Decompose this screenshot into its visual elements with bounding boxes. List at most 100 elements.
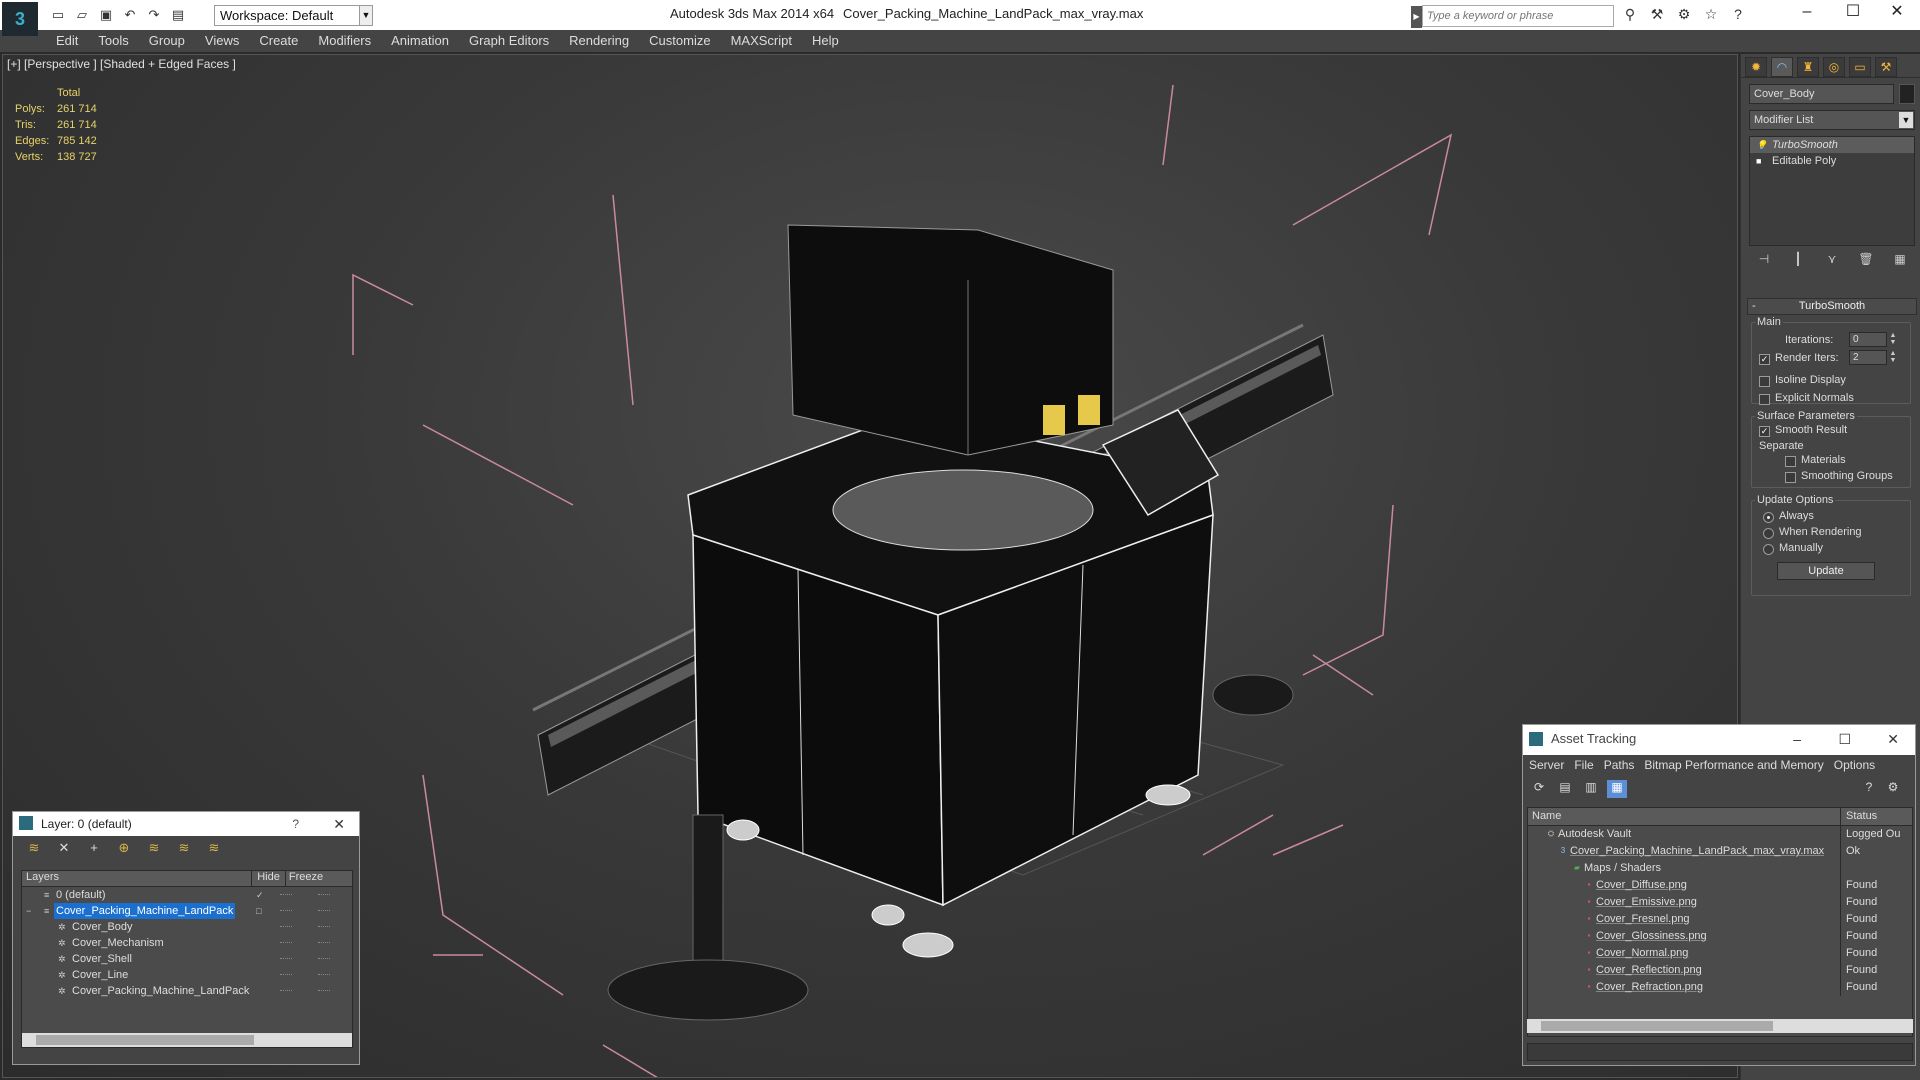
menu-customize[interactable]: Customize xyxy=(639,30,720,52)
list-view-icon[interactable]: ▤ xyxy=(1555,780,1575,798)
hierarchy-tab-icon[interactable]: ♜ xyxy=(1797,57,1819,77)
close-button[interactable]: ✕ xyxy=(1874,0,1920,26)
asset-row[interactable]: ▪ Cover_Glossiness.png Found xyxy=(1528,928,1912,945)
favorites-star-icon[interactable]: ☆ xyxy=(1701,6,1721,25)
save-icon[interactable]: ▣ xyxy=(96,5,116,25)
horizontal-scrollbar[interactable] xyxy=(22,1033,352,1047)
workspace-dropdown[interactable]: Workspace: Default ▼ xyxy=(214,5,373,26)
col-freeze[interactable]: Freeze xyxy=(286,871,326,886)
menu-group[interactable]: Group xyxy=(139,30,195,52)
close-icon[interactable]: ✕ xyxy=(1887,725,1899,753)
menu-modifiers[interactable]: Modifiers xyxy=(308,30,381,52)
help-button[interactable]: ? xyxy=(292,812,299,836)
materials-checkbox[interactable] xyxy=(1785,456,1796,467)
open-file-icon[interactable]: ▱ xyxy=(72,5,92,25)
asset-row[interactable]: ▰ Maps / Shaders xyxy=(1528,860,1912,877)
utilities-tab-icon[interactable]: ⚒ xyxy=(1875,57,1897,77)
refresh-icon[interactable]: ⟳ xyxy=(1529,780,1549,798)
chevron-down-icon[interactable]: ▼ xyxy=(1899,112,1913,128)
render-iters-checkbox[interactable]: ✓ xyxy=(1759,354,1770,365)
make-unique-icon[interactable]: ⋎ xyxy=(1821,252,1843,270)
modifier-list-dropdown[interactable]: Modifier List ▼ xyxy=(1749,110,1915,130)
col-layers[interactable]: Layers xyxy=(22,871,252,886)
display-tab-icon[interactable]: ▭ xyxy=(1849,57,1871,77)
motion-tab-icon[interactable]: ◎ xyxy=(1823,57,1845,77)
asset-row[interactable]: ▪ Cover_Diffuse.png Found xyxy=(1528,877,1912,894)
turbosmooth-rollout-header[interactable]: - TurboSmooth xyxy=(1747,298,1917,315)
layer-window-titlebar[interactable]: Layer: 0 (default) ? ✕ xyxy=(13,812,359,836)
delete-layer-icon[interactable]: ✕ xyxy=(53,840,75,858)
spinner-arrows-icon[interactable]: ▲ ▼ xyxy=(1888,350,1898,365)
asset-row[interactable]: ▪ Cover_Reflection.png Found xyxy=(1528,962,1912,979)
menu-rendering[interactable]: Rendering xyxy=(559,30,639,52)
menu-help[interactable]: Help xyxy=(802,30,849,52)
menu-server[interactable]: Server xyxy=(1527,755,1572,777)
close-icon[interactable]: ✕ xyxy=(333,812,345,836)
viewport-label[interactable]: [+] [Perspective ] [Shaded + Edged Faces… xyxy=(7,57,236,71)
isoline-display-checkbox[interactable] xyxy=(1759,376,1770,387)
create-layer-icon[interactable]: ≋ xyxy=(23,840,45,858)
menu-edit[interactable]: Edit xyxy=(46,30,88,52)
project-folder-icon[interactable]: ▤ xyxy=(168,5,188,25)
table-view-icon[interactable]: ▦ xyxy=(1607,780,1627,798)
freeze-all-layers-icon[interactable]: ≋ xyxy=(203,840,225,858)
stack-item-editable-poly[interactable]: ■ Editable Poly xyxy=(1750,153,1914,169)
object-color-swatch[interactable] xyxy=(1899,84,1915,104)
explicit-normals-checkbox[interactable] xyxy=(1759,394,1770,405)
menu-graph-editors[interactable]: Graph Editors xyxy=(459,30,559,52)
smooth-result-checkbox[interactable]: ✓ xyxy=(1759,426,1770,437)
lightbulb-icon[interactable]: 💡 xyxy=(1756,140,1767,150)
asset-row[interactable]: ▪ Cover_Fresnel.png Found xyxy=(1528,911,1912,928)
add-to-layer-icon[interactable]: + xyxy=(83,840,105,858)
maximize-icon[interactable]: ☐ xyxy=(1838,725,1851,753)
object-row[interactable]: ✲ Cover_Packing_Machine_LandPack xyxy=(22,983,352,999)
minimize-icon[interactable]: – xyxy=(1793,725,1801,753)
subscription-icon[interactable]: ⚒ xyxy=(1647,6,1667,25)
communication-icon[interactable]: ⚙ xyxy=(1674,6,1694,25)
search-expand-icon[interactable]: ▶ xyxy=(1411,6,1422,28)
asset-row[interactable]: ⛭ Autodesk Vault Logged Ou xyxy=(1528,826,1912,843)
select-objects-icon[interactable]: ⊕ xyxy=(113,840,135,858)
current-layer-box-icon[interactable]: □ xyxy=(256,906,266,916)
tree-view-icon[interactable]: ▥ xyxy=(1581,780,1601,798)
remove-modifier-icon[interactable]: 🗑 xyxy=(1855,252,1877,270)
checkmark-icon[interactable]: ✓ xyxy=(256,890,266,900)
menu-maxscript[interactable]: MAXScript xyxy=(721,30,802,52)
menu-bitmap-performance[interactable]: Bitmap Performance and Memory xyxy=(1642,755,1831,777)
configure-sets-icon[interactable]: ▦ xyxy=(1889,252,1911,270)
menu-tools[interactable]: Tools xyxy=(88,30,138,52)
context-help-icon[interactable]: ⚙ xyxy=(1883,780,1903,798)
maximize-button[interactable]: ☐ xyxy=(1830,0,1876,26)
when-rendering-radio[interactable] xyxy=(1763,528,1774,539)
col-hide[interactable]: Hide xyxy=(252,871,286,886)
smoothing-groups-checkbox[interactable] xyxy=(1785,472,1796,483)
show-end-result-icon[interactable]: ┃ xyxy=(1787,252,1809,270)
expand-minus-icon[interactable]: − xyxy=(26,906,36,916)
help-icon[interactable]: ? xyxy=(1859,780,1879,798)
asset-row[interactable]: ▪ Cover_Emissive.png Found xyxy=(1528,894,1912,911)
modify-tab-icon[interactable]: ◠ xyxy=(1771,57,1793,77)
expand-plus-icon[interactable]: ■ xyxy=(1756,156,1766,166)
help-icon[interactable]: ? xyxy=(1728,6,1748,25)
scrollbar-thumb[interactable] xyxy=(36,1035,254,1045)
render-iters-spinner[interactable]: 2 ▲ ▼ xyxy=(1849,350,1896,365)
menu-file[interactable]: File xyxy=(1572,755,1601,777)
menu-animation[interactable]: Animation xyxy=(381,30,459,52)
asset-row[interactable]: ▪ Cover_Refraction.png Found xyxy=(1528,979,1912,996)
spinner-arrows-icon[interactable]: ▲ ▼ xyxy=(1888,332,1898,347)
menu-paths[interactable]: Paths xyxy=(1602,755,1643,777)
binoculars-icon[interactable]: ⚲ xyxy=(1620,6,1640,25)
col-name[interactable]: Name xyxy=(1532,810,1561,822)
hide-all-layers-icon[interactable]: ≋ xyxy=(173,840,195,858)
always-radio[interactable] xyxy=(1763,512,1774,523)
menu-create[interactable]: Create xyxy=(249,30,308,52)
object-row[interactable]: ✲ Cover_Body xyxy=(22,919,352,935)
app-logo-icon[interactable]: 3 xyxy=(2,2,38,36)
menu-views[interactable]: Views xyxy=(195,30,249,52)
menu-options[interactable]: Options xyxy=(1832,755,1883,777)
undo-icon[interactable]: ↶ xyxy=(120,5,140,25)
iterations-spinner[interactable]: 0 ▲ ▼ xyxy=(1849,332,1896,347)
horizontal-scrollbar[interactable] xyxy=(1527,1019,1913,1033)
asset-row[interactable]: ▪ Cover_Normal.png Found xyxy=(1528,945,1912,962)
object-name-field[interactable]: Cover_Body xyxy=(1749,84,1894,104)
